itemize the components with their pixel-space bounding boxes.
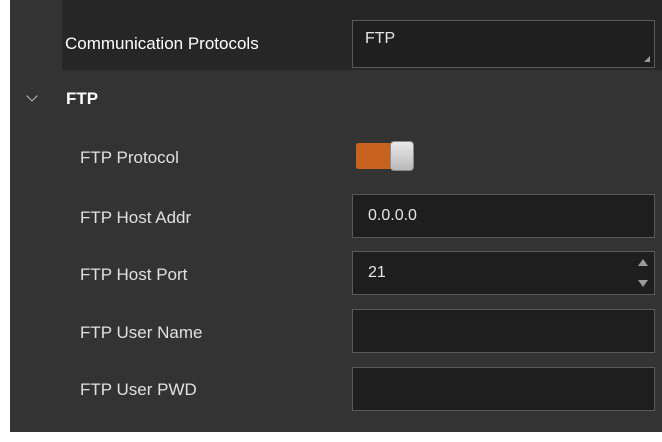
ftp-user-name-input[interactable] [352, 309, 655, 353]
ftp-host-addr-label: FTP Host Addr [80, 208, 192, 227]
dropdown-grip-icon [644, 56, 650, 62]
ftp-host-addr-value: 0.0.0.0 [368, 207, 417, 224]
panel-bottom-edge [10, 432, 662, 442]
ftp-user-name-label: FTP User Name [80, 323, 203, 342]
toggle-knob[interactable] [390, 141, 414, 171]
ftp-protocol-toggle[interactable] [356, 141, 414, 171]
ftp-section-title: FTP [66, 89, 99, 108]
ftp-user-pwd-label: FTP User PWD [80, 380, 197, 399]
ftp-host-addr-input[interactable]: 0.0.0.0 [352, 194, 655, 238]
communication-protocols-label: Communication Protocols [65, 34, 259, 53]
communication-protocols-value: FTP [365, 30, 396, 47]
ftp-host-port-label: FTP Host Port [80, 265, 188, 284]
ftp-host-port-value: 21 [368, 264, 386, 281]
port-spinner[interactable] [638, 257, 648, 289]
ftp-protocol-label: FTP Protocol [80, 148, 179, 167]
ftp-host-port-stepper[interactable]: 21 [352, 251, 655, 295]
ftp-user-pwd-input[interactable] [352, 367, 655, 411]
communication-protocols-dropdown[interactable]: FTP [352, 20, 655, 68]
spin-up-icon[interactable] [638, 259, 648, 266]
spin-down-icon[interactable] [638, 280, 648, 287]
